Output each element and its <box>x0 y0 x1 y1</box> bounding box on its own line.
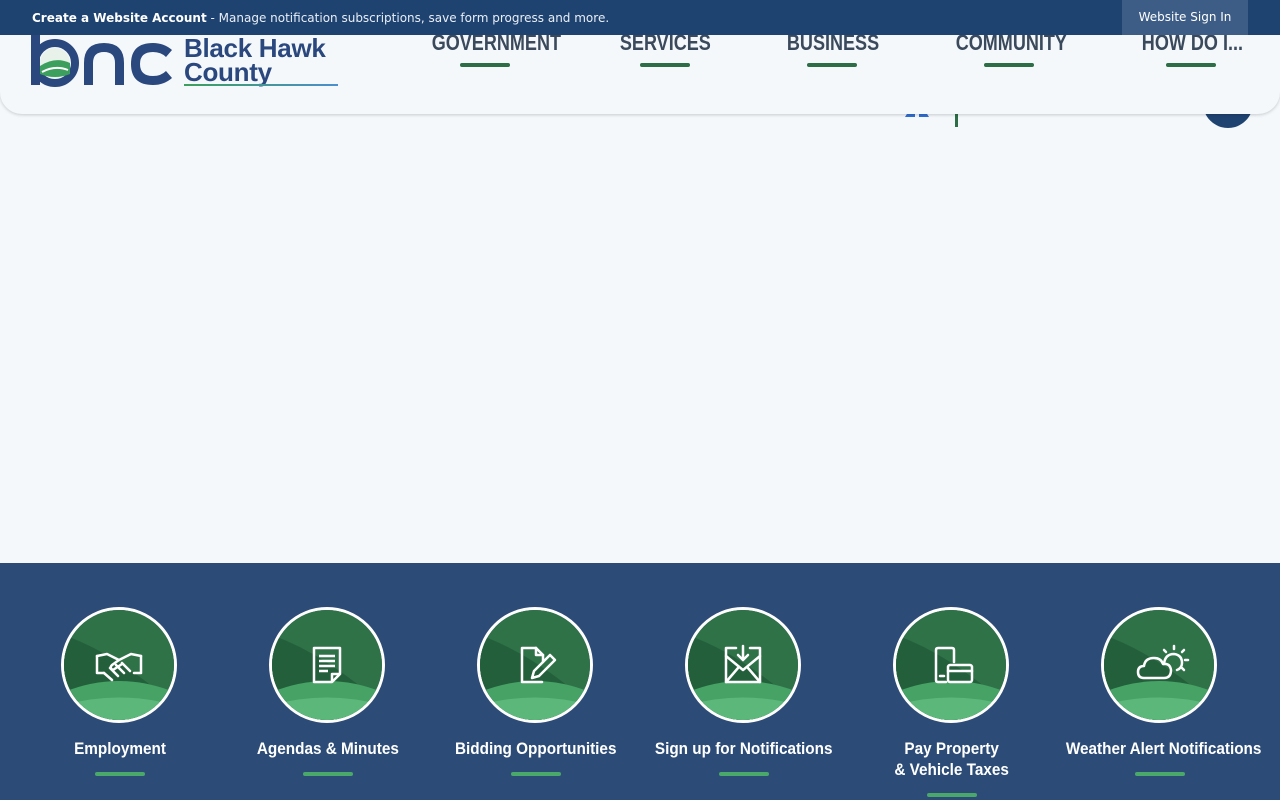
account-bar: Create a Website Account - Manage notifi… <box>0 0 1280 35</box>
bhc-logo-mark <box>31 32 172 87</box>
quicklink-underline <box>95 772 145 776</box>
quicklink-underline <box>719 772 769 776</box>
nav-underline <box>1166 63 1216 67</box>
logo-underline <box>184 84 338 86</box>
nav-underline <box>460 63 510 67</box>
quicklink-title: Pay Property & Vehicle Taxes <box>894 739 1010 779</box>
quicklink-circle <box>477 607 593 723</box>
nav-community[interactable]: COMMUNITY <box>944 30 1074 70</box>
create-account-message: Create a Website Account - Manage notifi… <box>32 10 609 26</box>
quicklink-title: Employment <box>74 739 166 758</box>
nav-government[interactable]: GOVERNMENT <box>420 30 561 70</box>
website-sign-in-button[interactable]: Website Sign In <box>1122 0 1248 35</box>
quicklink-title: Agendas & Minutes <box>257 739 399 758</box>
quicklink-title: Sign up for Notifications <box>655 739 833 758</box>
payment-icon <box>934 646 974 684</box>
create-account-link[interactable]: Create a Website Account <box>32 11 207 25</box>
logo-text-line2: County <box>184 57 272 87</box>
nav-how-do-i[interactable]: HOW DO I... <box>1131 30 1251 70</box>
quicklink-title: Bidding Opportunities <box>455 739 617 758</box>
nav-underline <box>807 63 857 67</box>
nav-underline <box>984 63 1034 67</box>
quicklink-circle <box>685 607 801 723</box>
quicklink-underline <box>511 772 561 776</box>
nav-underline <box>640 63 690 67</box>
county-logo[interactable]: Black Hawk County <box>28 30 340 90</box>
envelope-icon <box>724 644 762 684</box>
quicklink-underline <box>303 772 353 776</box>
create-account-description: - Manage notification subscriptions, sav… <box>206 11 610 25</box>
quicklink-underline <box>927 793 977 797</box>
document-edit-icon <box>520 646 557 684</box>
document-icon <box>312 646 342 684</box>
quicklink-circle <box>1101 607 1217 723</box>
nav-services[interactable]: SERVICES <box>610 30 720 70</box>
quicklink-circle <box>893 607 1009 723</box>
quick-links-section: Employment Agendas & Minutes Bidding Opp… <box>0 563 1280 800</box>
quicklink-title: Weather Alert Notifications <box>1065 739 1262 758</box>
nav-business[interactable]: BUSINESS <box>777 30 887 70</box>
quicklink-circle <box>269 607 385 723</box>
weather-icon <box>1136 644 1190 680</box>
quicklink-underline <box>1135 772 1185 776</box>
handshake-icon <box>95 652 143 682</box>
quicklink-circle <box>61 607 177 723</box>
